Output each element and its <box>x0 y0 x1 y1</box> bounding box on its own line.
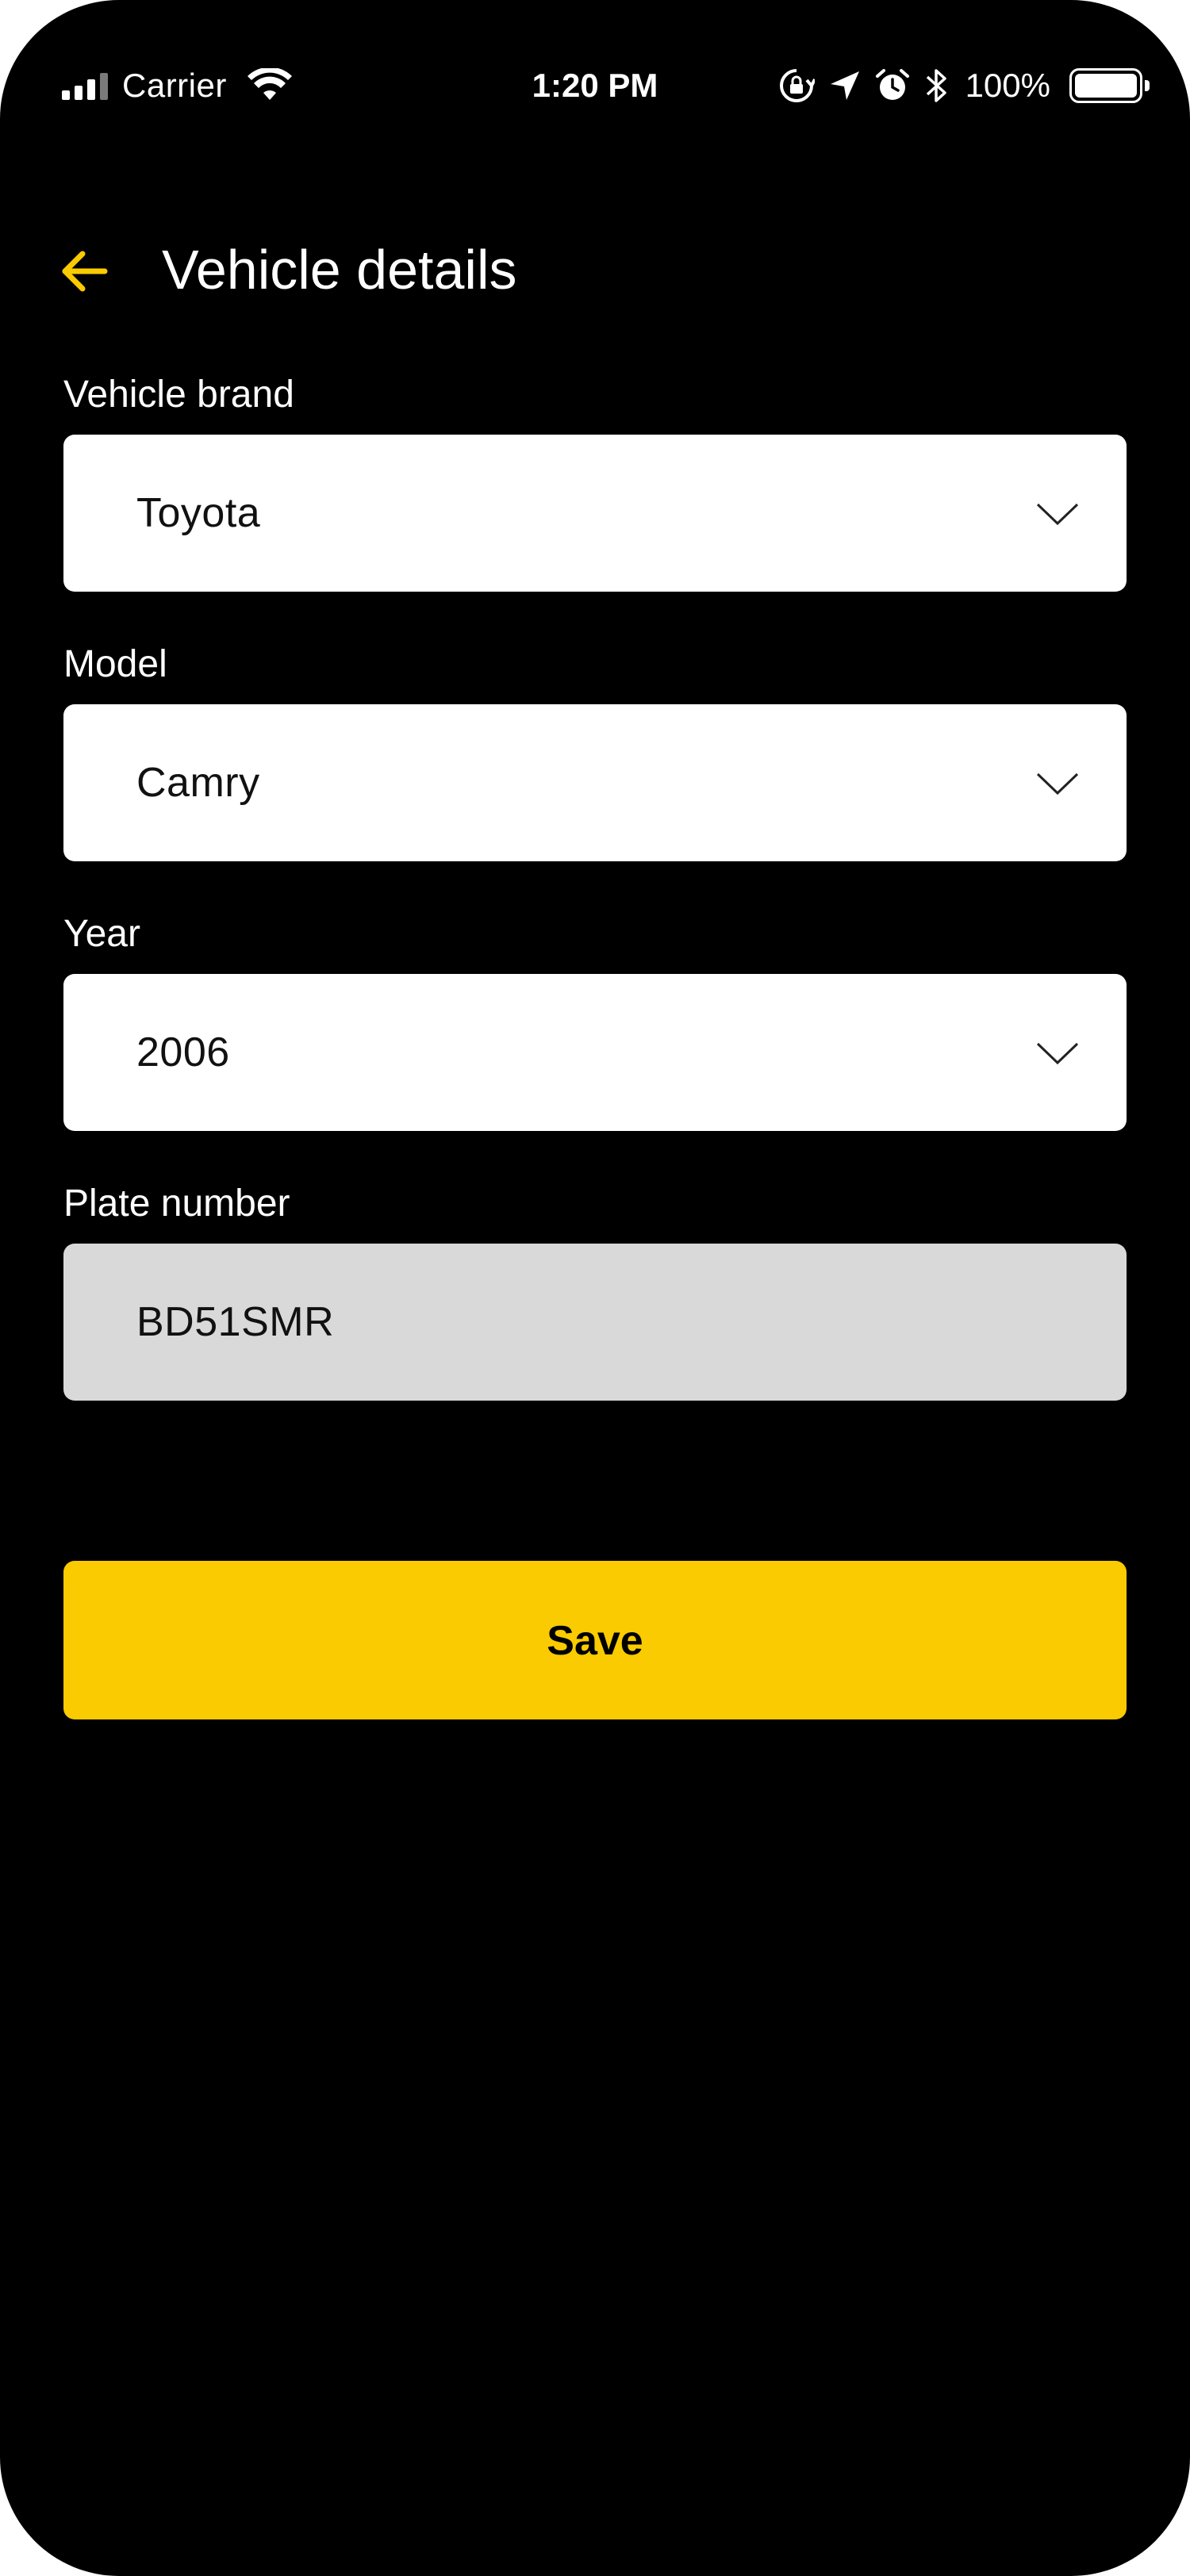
page-title: Vehicle details <box>162 239 517 301</box>
vehicle-brand-value: Toyota <box>136 490 261 536</box>
vehicle-brand-select[interactable]: Toyota <box>63 435 1127 592</box>
model-select[interactable]: Camry <box>63 704 1127 861</box>
chevron-down-icon <box>1036 772 1079 795</box>
chevron-down-icon <box>1036 1042 1079 1065</box>
battery-icon <box>1069 68 1150 103</box>
plate-number-field[interactable]: BD51SMR <box>63 1244 1127 1401</box>
chevron-down-icon <box>1036 503 1079 526</box>
header: Vehicle details <box>0 230 1190 309</box>
alarm-icon <box>875 69 909 100</box>
year-value: 2006 <box>136 1029 230 1075</box>
battery-level <box>1075 74 1137 98</box>
bluetooth-icon <box>926 69 946 102</box>
rotation-lock-icon <box>779 69 815 102</box>
phone-screen: Carrier 1:20 PM 100% Vehicle details Veh… <box>0 0 1190 2576</box>
year-select[interactable]: 2006 <box>63 974 1127 1131</box>
back-arrow-icon[interactable] <box>59 246 109 297</box>
year-label: Year <box>63 913 140 955</box>
status-bar: Carrier 1:20 PM 100% <box>0 62 1190 109</box>
plate-number-value: BD51SMR <box>136 1299 335 1345</box>
save-button[interactable]: Save <box>63 1561 1127 1719</box>
location-icon <box>830 71 859 100</box>
status-bar-right: 100% <box>778 62 1150 109</box>
model-label: Model <box>63 643 167 685</box>
battery-percentage: 100% <box>965 67 1050 104</box>
plate-number-label: Plate number <box>63 1183 290 1225</box>
model-value: Camry <box>136 760 260 806</box>
vehicle-brand-label: Vehicle brand <box>63 374 294 416</box>
